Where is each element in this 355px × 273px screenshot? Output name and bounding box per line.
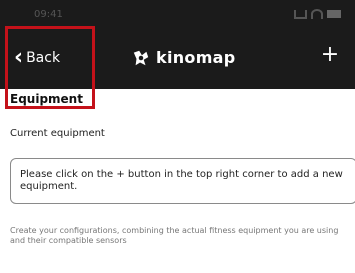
back-button[interactable]: ‹ Back xyxy=(14,45,61,70)
kinomap-logo-icon xyxy=(133,50,149,65)
status-bar: 09:41 xyxy=(0,0,355,34)
status-icons xyxy=(294,9,341,19)
navigation-bar: ‹ Back kinomap + xyxy=(0,34,355,89)
status-time: 09:41 xyxy=(34,9,63,20)
help-text: Create your configurations, combining th… xyxy=(10,226,339,245)
back-label: Back xyxy=(26,50,61,66)
empty-state-message: Please click on the + button in the top … xyxy=(10,158,355,204)
add-equipment-button[interactable]: + xyxy=(317,42,343,67)
chevron-left-icon: ‹ xyxy=(14,45,24,70)
page-title: Equipment xyxy=(10,92,83,106)
empty-state-text: Please click on the + button in the top … xyxy=(20,169,343,192)
wifi-icon xyxy=(311,9,323,19)
battery-icon xyxy=(327,10,341,18)
current-equipment-heading: Current equipment xyxy=(10,128,105,139)
signal-icon xyxy=(294,9,307,19)
brand-logo: kinomap xyxy=(132,48,236,67)
brand-name: kinomap xyxy=(156,48,236,67)
